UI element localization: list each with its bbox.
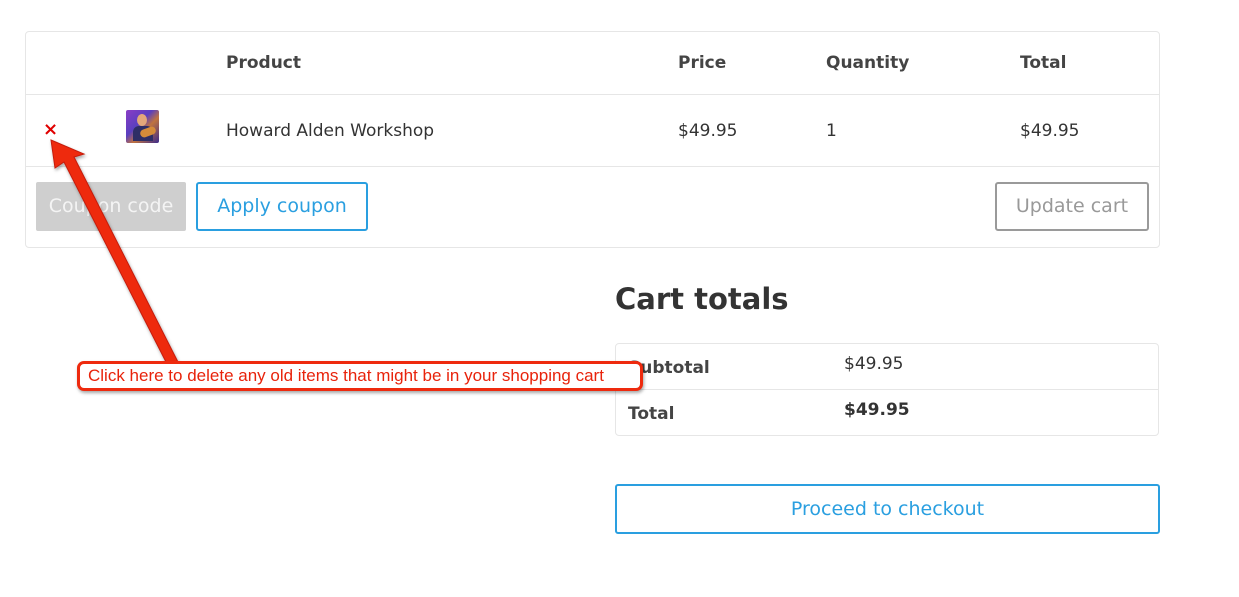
quantity-input[interactable]: 1 [826, 121, 837, 141]
product-thumbnail[interactable] [126, 110, 159, 143]
cart-actions: Coupon code Apply coupon Update cart [26, 167, 1159, 248]
product-name-link[interactable]: Howard Alden Workshop [226, 121, 434, 141]
subtotal-row: Subtotal $49.95 [616, 344, 1158, 390]
coupon-code-input[interactable]: Coupon code [36, 182, 186, 231]
header-quantity: Quantity [826, 53, 910, 73]
cart-page: Product Price Quantity Total × Howard Al… [0, 0, 1239, 597]
cart-totals-title: Cart totals [615, 282, 789, 316]
annotation-callout: Click here to delete any old items that … [77, 361, 643, 391]
apply-coupon-button[interactable]: Apply coupon [196, 182, 368, 231]
line-total: $49.95 [1020, 121, 1080, 141]
cart-table: Product Price Quantity Total × Howard Al… [25, 31, 1160, 248]
total-value: $49.95 [844, 400, 910, 420]
cart-totals-table: Subtotal $49.95 Total $49.95 [615, 343, 1159, 436]
proceed-to-checkout-button[interactable]: Proceed to checkout [615, 484, 1160, 534]
header-price: Price [678, 53, 727, 73]
update-cart-button[interactable]: Update cart [995, 182, 1149, 231]
total-label: Total [628, 404, 675, 424]
cart-table-header: Product Price Quantity Total [26, 32, 1159, 95]
header-product: Product [226, 53, 301, 73]
product-price: $49.95 [678, 121, 738, 141]
header-total: Total [1020, 53, 1067, 73]
cart-item-row: × Howard Alden Workshop $49.95 1 $49.95 [26, 95, 1159, 167]
total-row: Total $49.95 [616, 390, 1158, 436]
remove-item-icon[interactable]: × [43, 121, 58, 139]
thumbnail-face [137, 114, 147, 126]
subtotal-value: $49.95 [844, 354, 904, 374]
